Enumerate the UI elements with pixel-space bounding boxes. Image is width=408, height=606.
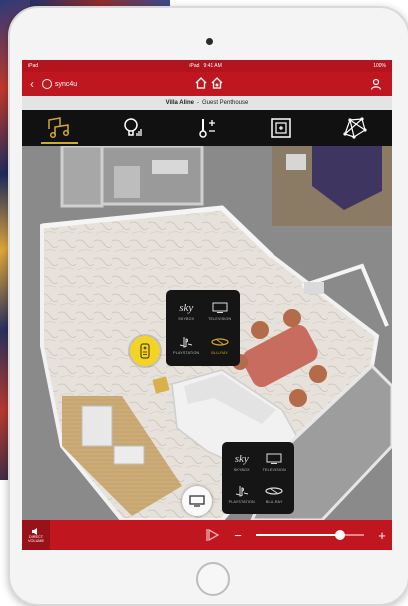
source-playstation[interactable]: PLAYSTATION [171, 330, 202, 362]
bottom-control-bar: DIRECT VOLUME − + [22, 520, 392, 550]
source-popup-top: sky SKYBOX TELEVISION PLAYSTATION BLU-RA… [166, 290, 240, 366]
status-time: 9:41 AM [203, 63, 222, 69]
volume-up-button[interactable]: + [372, 528, 392, 543]
playstation-icon [235, 484, 249, 498]
floor-plan[interactable]: sky SKYBOX TELEVISION PLAYSTATION BLU-RA… [22, 144, 392, 522]
sky-logo-icon: sky [179, 301, 194, 314]
source-label: TELEVISION [262, 467, 286, 472]
app-logo: sync4u [42, 79, 77, 89]
scene-icon [271, 118, 291, 138]
user-icon[interactable] [370, 77, 382, 95]
tv-device-pin[interactable] [182, 486, 212, 516]
source-label: SKYBOX [233, 467, 250, 472]
tv-icon [266, 452, 282, 466]
source-skybox[interactable]: sky SKYBOX [227, 447, 257, 477]
source-television[interactable]: TELEVISION [205, 295, 236, 327]
status-device: iPad [189, 63, 200, 69]
source-label: PLAYSTATION [173, 351, 200, 356]
back-arrow-icon[interactable]: ‹ [22, 77, 42, 91]
tv-icon [189, 495, 205, 507]
volume-slider[interactable] [256, 530, 364, 540]
source-label: PLAYSTATION [228, 500, 255, 505]
volume-slider-knob[interactable] [335, 530, 346, 540]
remote-device-pin[interactable] [130, 336, 160, 366]
source-popup-bottom: sky SKYBOX TELEVISION PLAYSTATION BLU-RA… [222, 442, 294, 514]
source-playstation[interactable]: PLAYSTATION [227, 480, 257, 510]
source-bluray[interactable]: BLU-RAY [260, 480, 290, 510]
screen: iPad iPad 9:41 AM 100% ‹ sync4u Villa Al… [22, 60, 392, 550]
logo-text: sync4u [55, 80, 78, 88]
remote-icon [140, 343, 150, 359]
playstation-icon [179, 335, 193, 349]
speaker-icon [32, 527, 37, 535]
source-label: SKYBOX [178, 316, 195, 321]
tab-scenes[interactable] [244, 110, 318, 146]
tab-media[interactable] [22, 110, 96, 146]
bulb-icon [124, 118, 142, 136]
source-label: BLU-RAY [211, 351, 229, 356]
sky-logo-icon: sky [234, 452, 249, 465]
status-carrier: iPad [28, 63, 39, 69]
volume-down-button[interactable]: − [228, 528, 248, 543]
source-label: BLU-RAY [265, 500, 283, 505]
tab-lights[interactable] [96, 110, 170, 146]
house-icon [195, 77, 207, 89]
thermometer-icon [199, 119, 215, 138]
music-icon [48, 117, 70, 139]
source-bluray[interactable]: BLU-RAY [205, 330, 236, 362]
volume-control: − + [228, 520, 392, 550]
home-button[interactable] [196, 562, 230, 596]
tab-climate[interactable] [170, 110, 244, 146]
tv-icon [212, 301, 228, 315]
status-battery: 100% [373, 63, 386, 69]
home-switcher[interactable] [194, 76, 224, 90]
volume-label: VOLUME [27, 538, 45, 543]
network-icon [343, 117, 367, 139]
breadcrumb-separator: - [196, 100, 199, 106]
status-bar: iPad iPad 9:41 AM 100% [22, 60, 392, 72]
source-label: TELEVISION [208, 316, 232, 321]
app-bar: ‹ sync4u [22, 72, 392, 96]
cast-button[interactable] [202, 526, 226, 544]
source-skybox[interactable]: sky SKYBOX [171, 295, 202, 327]
logo-mark [42, 79, 52, 89]
camera-dot [206, 38, 213, 45]
house-icon-secondary [211, 77, 223, 89]
category-bar [22, 110, 392, 146]
bluray-icon [265, 484, 283, 498]
volume-slider-fill [256, 534, 341, 536]
tab-security[interactable] [318, 110, 392, 146]
location-breadcrumb[interactable]: Villa Aline - Guest Penthouse [22, 96, 392, 110]
villa-name: Villa Aline [165, 100, 194, 106]
direct-volume-button[interactable]: DIRECT VOLUME [22, 520, 50, 550]
bluray-icon [211, 335, 229, 349]
room-name: Guest Penthouse [201, 100, 249, 106]
play-cast-icon [206, 528, 220, 542]
source-television[interactable]: TELEVISION [260, 447, 290, 477]
